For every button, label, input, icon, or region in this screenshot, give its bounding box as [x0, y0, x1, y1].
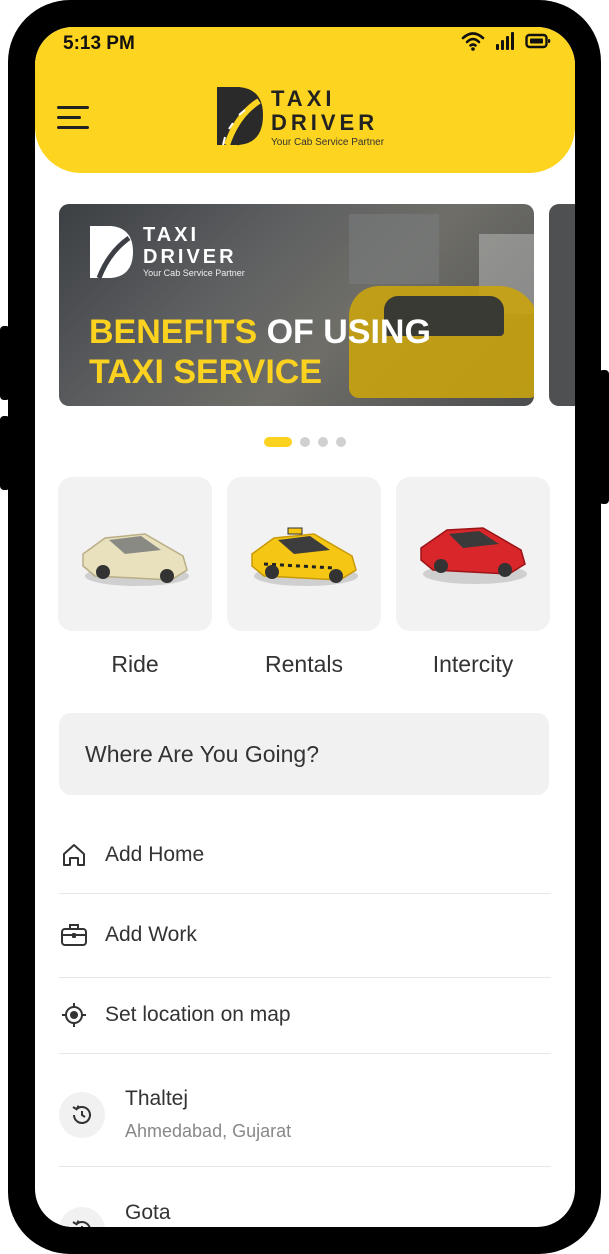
service-label-intercity: Intercity [432, 651, 514, 677]
recent-location-title: Gota [125, 1201, 171, 1224]
add-work-label: Add Work [105, 923, 197, 946]
signal-icon [496, 32, 514, 50]
service-card-ride[interactable] [58, 477, 212, 631]
service-ride[interactable]: Ride [58, 477, 212, 678]
power-button [599, 370, 609, 504]
set-location-on-map-row[interactable]: Set location on map [59, 977, 551, 1054]
destination-search-input[interactable] [83, 739, 527, 769]
promo-banner[interactable]: TAXI DRIVER Your Cab Service Partner BEN… [59, 204, 534, 406]
status-time: 5:13 PM [63, 33, 135, 54]
service-options: Ride Rentals Intercity [58, 477, 550, 678]
logo-road-icon [217, 87, 263, 146]
carousel-dot[interactable] [318, 437, 328, 447]
carousel-dot[interactable] [336, 437, 346, 447]
set-location-on-map-label: Set location on map [105, 1003, 291, 1026]
banner-headline: BENEFITS OF USING TAXI SERVICE [89, 312, 431, 392]
service-card-intercity[interactable] [396, 477, 550, 631]
banner-logo-line-2: DRIVER [143, 246, 237, 268]
recent-location-item[interactable]: Thaltej Ahmedabad, Gujarat [59, 1053, 551, 1167]
banner-headline-part2: OF USING [257, 313, 431, 351]
briefcase-icon [59, 922, 89, 948]
hamburger-line [57, 126, 89, 129]
app-header: 5:13 PM TAXI DRIVER Your Cab Service Par… [35, 27, 575, 173]
wifi-icon [461, 32, 485, 51]
carousel-indicator [35, 437, 575, 447]
banner-logo-road-icon [90, 226, 133, 279]
banner-headline-part1: BENEFITS [89, 313, 258, 351]
banner-logo-tagline: Your Cab Service Partner [143, 268, 245, 278]
logo-line-2: DRIVER [271, 110, 379, 135]
volume-up-button [0, 326, 10, 400]
add-home-label: Add Home [105, 843, 205, 866]
red-car-icon [420, 527, 527, 584]
service-label-ride: Ride [111, 651, 159, 677]
menu-button[interactable] [57, 106, 93, 134]
logo-line-1: TAXI [271, 86, 336, 111]
banner-logo: TAXI DRIVER Your Cab Service Partner [87, 224, 245, 280]
beige-sedan-icon [82, 533, 189, 586]
hamburger-menu-icon [57, 106, 89, 109]
recent-location-title: Thaltej [125, 1087, 189, 1110]
logo-tagline: Your Cab Service Partner [271, 137, 385, 148]
add-home-row[interactable]: Add Home [59, 817, 551, 894]
recent-location-subtitle: Ahmedabad, Gujarat [125, 1121, 292, 1141]
banner-bg-building [349, 214, 439, 284]
history-icon [59, 1092, 105, 1138]
service-rentals[interactable]: Rentals [227, 477, 381, 678]
carousel-dot[interactable] [300, 437, 310, 447]
recent-location-item[interactable]: Gota [59, 1167, 551, 1227]
app-logo: TAXI DRIVER Your Cab Service Partner [213, 85, 384, 148]
next-banner-peek[interactable] [549, 204, 575, 406]
location-target-icon [59, 1002, 89, 1028]
add-work-row[interactable]: Add Work [59, 893, 551, 978]
status-icons [461, 31, 551, 51]
hamburger-line [57, 116, 81, 119]
yellow-taxi-icon [251, 527, 358, 586]
service-label-rentals: Rentals [265, 651, 343, 677]
destination-search[interactable] [59, 713, 549, 795]
home-icon [59, 842, 89, 868]
service-card-rentals[interactable] [227, 477, 381, 631]
service-intercity[interactable]: Intercity [396, 477, 550, 678]
volume-down-button [0, 416, 10, 490]
history-icon [59, 1207, 105, 1227]
banner-logo-line-1: TAXI [143, 224, 200, 246]
battery-icon [525, 33, 551, 49]
banner-headline-part3: TAXI SERVICE [89, 353, 323, 391]
app-screen: 5:13 PM TAXI DRIVER Your Cab Service Par… [35, 27, 575, 1227]
carousel-dot-active[interactable] [264, 437, 292, 447]
